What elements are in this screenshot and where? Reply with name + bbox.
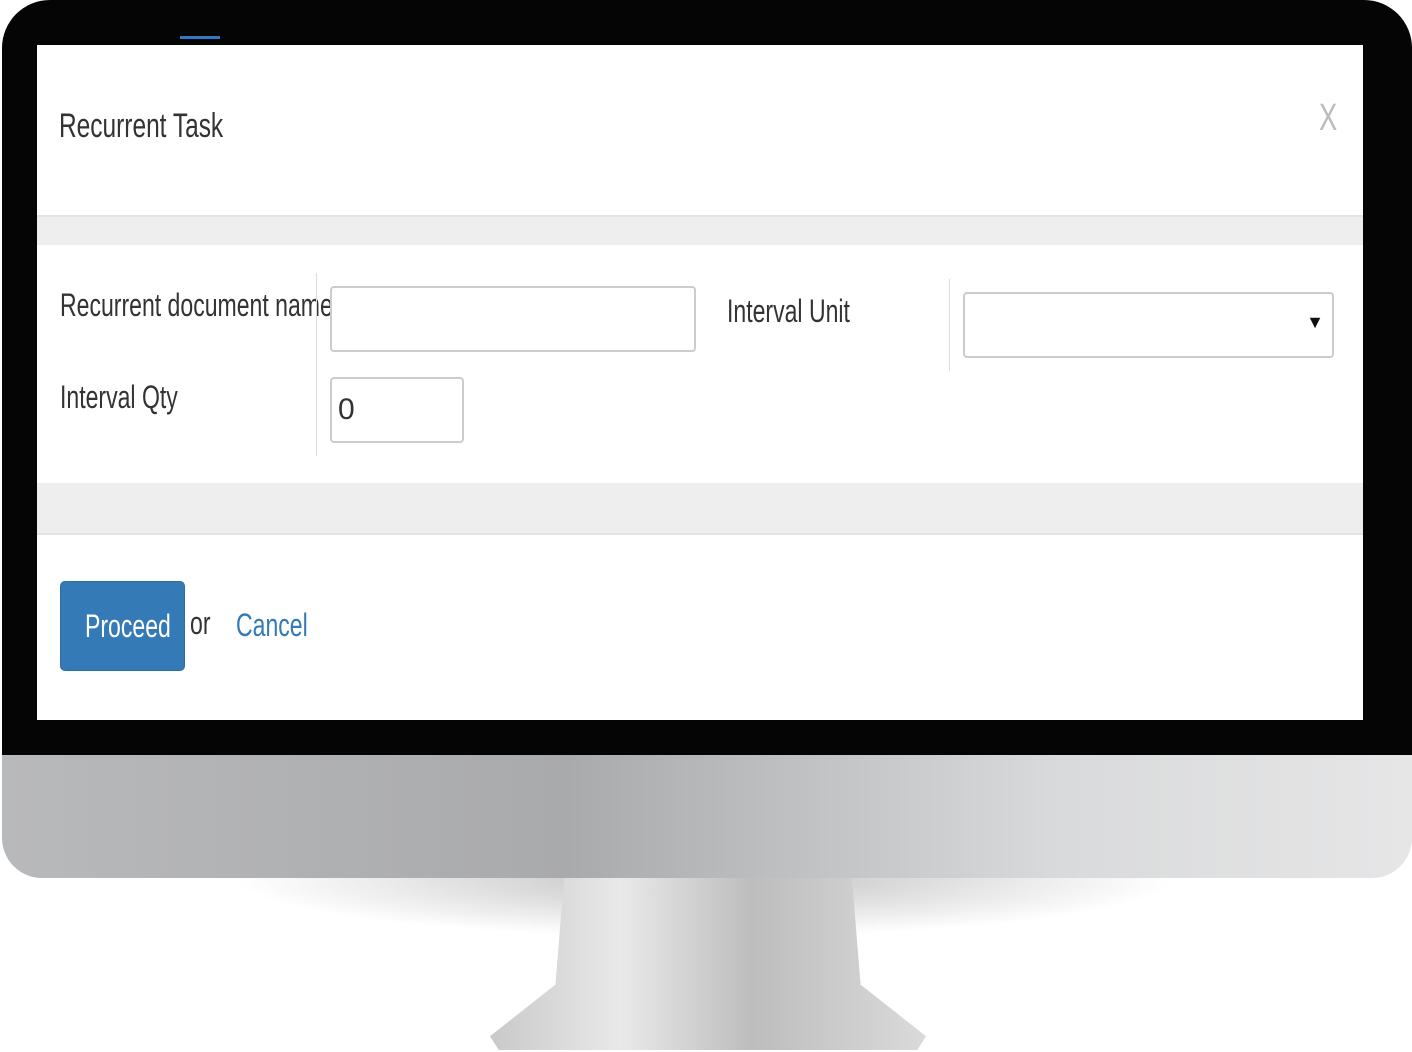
doc-name-input[interactable] (330, 286, 696, 352)
background-tab-indicator (180, 36, 220, 39)
recurrent-task-dialog: Recurrent Task X Recurrent document name… (37, 45, 1363, 720)
interval-qty-input[interactable] (330, 377, 464, 443)
monitor-chin (2, 755, 1412, 878)
header-divider (37, 215, 1363, 245)
divider (316, 273, 317, 456)
footer-divider (37, 483, 1363, 535)
interval-unit-label: Interval Unit (727, 293, 850, 329)
divider (949, 279, 950, 371)
cancel-link[interactable]: Cancel (236, 607, 336, 644)
interval-qty-label: Interval Qty (60, 379, 178, 415)
interval-unit-select[interactable]: ▼ (963, 292, 1334, 358)
close-icon[interactable]: X (1319, 97, 1344, 140)
dialog-title: Recurrent Task (59, 107, 224, 145)
proceed-button[interactable]: Proceed (60, 581, 185, 671)
dropdown-arrow-icon: ▼ (1306, 312, 1324, 332)
or-text: or (190, 605, 211, 641)
